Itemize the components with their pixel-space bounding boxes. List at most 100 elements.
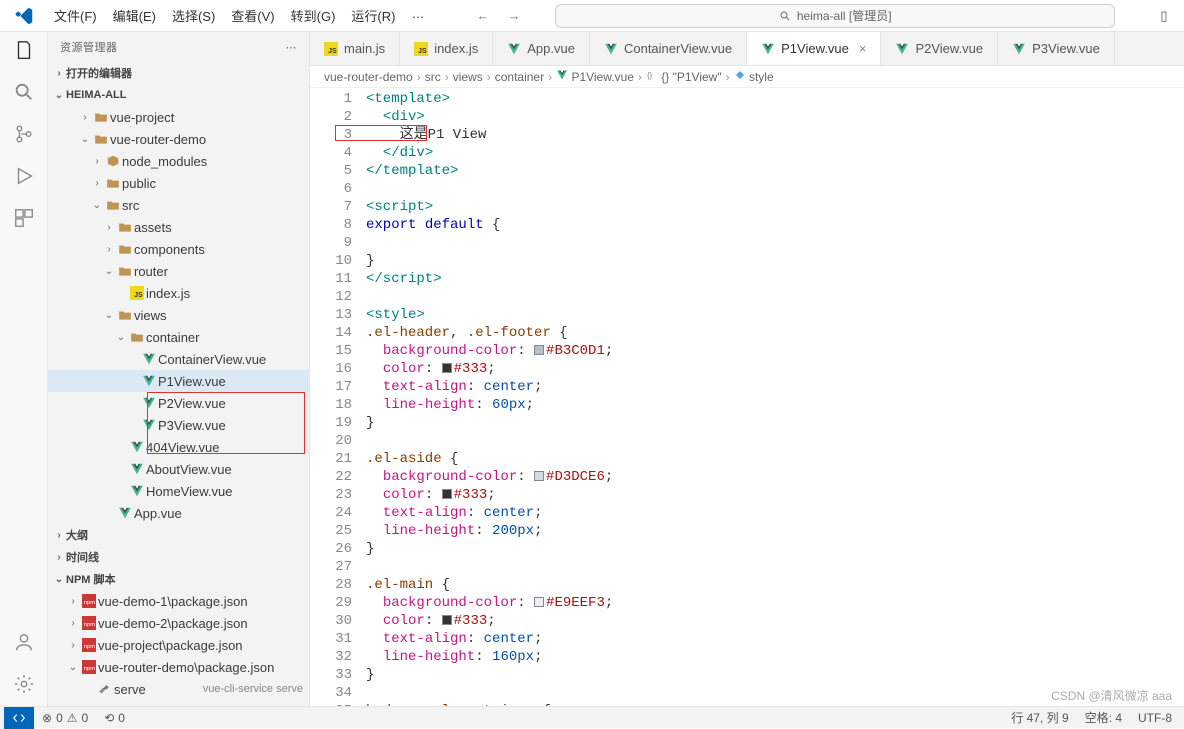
tree-item[interactable]: ContainerView.vue	[48, 348, 309, 370]
command-center[interactable]: heima-all [管理员]	[555, 4, 1115, 28]
section-project[interactable]: ⌄HEIMA-ALL	[48, 84, 309, 106]
menu-item[interactable]: 转到(G)	[285, 3, 342, 28]
tree-item[interactable]: ›components	[48, 238, 309, 260]
menu-item[interactable]: 文件(F)	[48, 3, 103, 28]
line-gutter: 1234567891011121314151617181920212223242…	[310, 88, 366, 706]
vue-icon	[761, 42, 775, 56]
section-timeline[interactable]: ›时间线	[48, 546, 309, 568]
tree-item[interactable]: P3View.vue	[48, 414, 309, 436]
breadcrumb-item[interactable]: {} "P1View"	[646, 69, 722, 84]
sidebar: 资源管理器 ⋯ ›打开的编辑器⌄HEIMA-ALL›vue-project⌄vu…	[48, 32, 310, 706]
code-content[interactable]: <template> <div> 这是P1 View </div></templ…	[366, 88, 1184, 706]
editor-tab[interactable]: App.vue	[493, 32, 590, 65]
status-cursor[interactable]: 行 47, 列 9	[1003, 709, 1076, 726]
editor-tab[interactable]: main.js	[310, 32, 400, 65]
breadcrumb-item[interactable]: style	[734, 69, 774, 84]
nav-fwd-icon[interactable]: →	[501, 5, 526, 26]
vue-icon	[604, 42, 618, 56]
vue-icon	[128, 462, 146, 476]
pkg-icon	[104, 154, 122, 168]
tree-item[interactable]: HomeView.vue	[48, 480, 309, 502]
editor-tab[interactable]: index.js	[400, 32, 493, 65]
nav-back-icon[interactable]: ←	[470, 5, 495, 26]
tree-item[interactable]: ›node_modules	[48, 150, 309, 172]
sidebar-more-icon[interactable]: ⋯	[286, 41, 298, 54]
status-ports[interactable]: ⟲0	[96, 711, 133, 725]
section-open-editors[interactable]: ›打开的编辑器	[48, 62, 309, 84]
section-outline[interactable]: ›大纲	[48, 524, 309, 546]
npm-icon	[80, 616, 98, 630]
tree-item[interactable]: P1View.vue	[48, 370, 309, 392]
editor-tab[interactable]: P2View.vue	[881, 32, 998, 65]
sidebar-title: 资源管理器 ⋯	[48, 32, 309, 62]
run-debug-icon[interactable]	[12, 164, 36, 188]
title-bar: 文件(F)编辑(E)选择(S)查看(V)转到(G)运行(R)… ← → heim…	[0, 0, 1184, 32]
tree-item[interactable]: ⌄router	[48, 260, 309, 282]
npm-script-item[interactable]: ⌄vue-router-demo\package.json	[48, 656, 309, 678]
breadcrumb-item[interactable]: src	[425, 70, 441, 84]
folder-icon	[116, 242, 134, 256]
menu-item[interactable]: 选择(S)	[166, 3, 221, 28]
tree-item[interactable]: ›assets	[48, 216, 309, 238]
tree-item[interactable]: ⌄views	[48, 304, 309, 326]
code-editor[interactable]: 1234567891011121314151617181920212223242…	[310, 88, 1184, 706]
tree-item[interactable]: App.vue	[48, 502, 309, 524]
remote-indicator[interactable]	[4, 707, 34, 729]
vscode-icon	[0, 5, 48, 27]
close-icon[interactable]: ×	[859, 41, 867, 56]
tree-item[interactable]: index.js	[48, 282, 309, 304]
tree-item[interactable]: ⌄src	[48, 194, 309, 216]
tree-item[interactable]: 404View.vue	[48, 436, 309, 458]
status-indent[interactable]: 空格: 4	[1077, 709, 1130, 726]
editor-tabs: main.jsindex.jsApp.vueContainerView.vueP…	[310, 32, 1184, 66]
npm-script-item[interactable]: servevue-cli-service serve	[48, 678, 309, 700]
npm-script-item[interactable]: ›vue-project\package.json	[48, 634, 309, 656]
tree-item[interactable]: ›vue-project	[48, 106, 309, 128]
status-encoding[interactable]: UTF-8	[1130, 709, 1180, 726]
tree-item[interactable]: AboutView.vue	[48, 458, 309, 480]
menu-item[interactable]: 编辑(E)	[107, 3, 162, 28]
breadcrumb-item[interactable]: P1View.vue	[556, 69, 634, 84]
source-control-icon[interactable]	[12, 122, 36, 146]
npm-script-item[interactable]: ›vue-demo-2\package.json	[48, 612, 309, 634]
search-icon	[779, 10, 791, 22]
npm-script-item[interactable]: ›vue-demo-1\package.json	[48, 590, 309, 612]
js-icon	[128, 286, 146, 300]
settings-icon[interactable]	[12, 672, 36, 696]
folder-icon	[128, 330, 146, 344]
account-icon[interactable]	[12, 630, 36, 654]
tree-item[interactable]: ⌄container	[48, 326, 309, 348]
command-center-text: heima-all [管理员]	[797, 7, 892, 24]
folder-icon	[116, 220, 134, 234]
menu-item[interactable]: …	[405, 3, 430, 28]
vue-icon	[507, 42, 521, 56]
editor-tab[interactable]: ContainerView.vue	[590, 32, 747, 65]
section-npm[interactable]: ⌄NPM 脚本	[48, 568, 309, 590]
menu-item[interactable]: 查看(V)	[225, 3, 280, 28]
breadcrumb-item[interactable]: vue-router-demo	[324, 70, 413, 84]
breadcrumb-item[interactable]: views	[453, 70, 483, 84]
breadcrumb[interactable]: vue-router-demo› src› views› container› …	[310, 66, 1184, 88]
breadcrumb-item[interactable]: container	[495, 70, 544, 84]
vue-icon	[140, 396, 158, 410]
status-problems[interactable]: ⊗0 ⚠0	[34, 711, 96, 725]
explorer-icon[interactable]	[12, 38, 36, 62]
editor-tab[interactable]: P1View.vue×	[747, 32, 881, 65]
wr-icon	[96, 682, 114, 696]
npm-icon	[80, 594, 98, 608]
layout-toggle-icon[interactable]: ▯	[1144, 8, 1184, 24]
editor-tab[interactable]: P3View.vue	[998, 32, 1115, 65]
vue-icon	[140, 418, 158, 432]
menu-item[interactable]: 运行(R)	[345, 3, 401, 28]
tree-item[interactable]: ›public	[48, 172, 309, 194]
folder-icon	[104, 176, 122, 190]
vue-icon	[128, 440, 146, 454]
tree-item[interactable]: ⌄vue-router-demo	[48, 128, 309, 150]
extensions-icon[interactable]	[12, 206, 36, 230]
folder-icon	[92, 110, 110, 124]
npm-icon	[80, 660, 98, 674]
vue-icon	[140, 374, 158, 388]
status-bar: ⊗0 ⚠0 ⟲0 行 47, 列 9 空格: 4 UTF-8	[0, 706, 1184, 728]
tree-item[interactable]: P2View.vue	[48, 392, 309, 414]
search-nav-icon[interactable]	[12, 80, 36, 104]
